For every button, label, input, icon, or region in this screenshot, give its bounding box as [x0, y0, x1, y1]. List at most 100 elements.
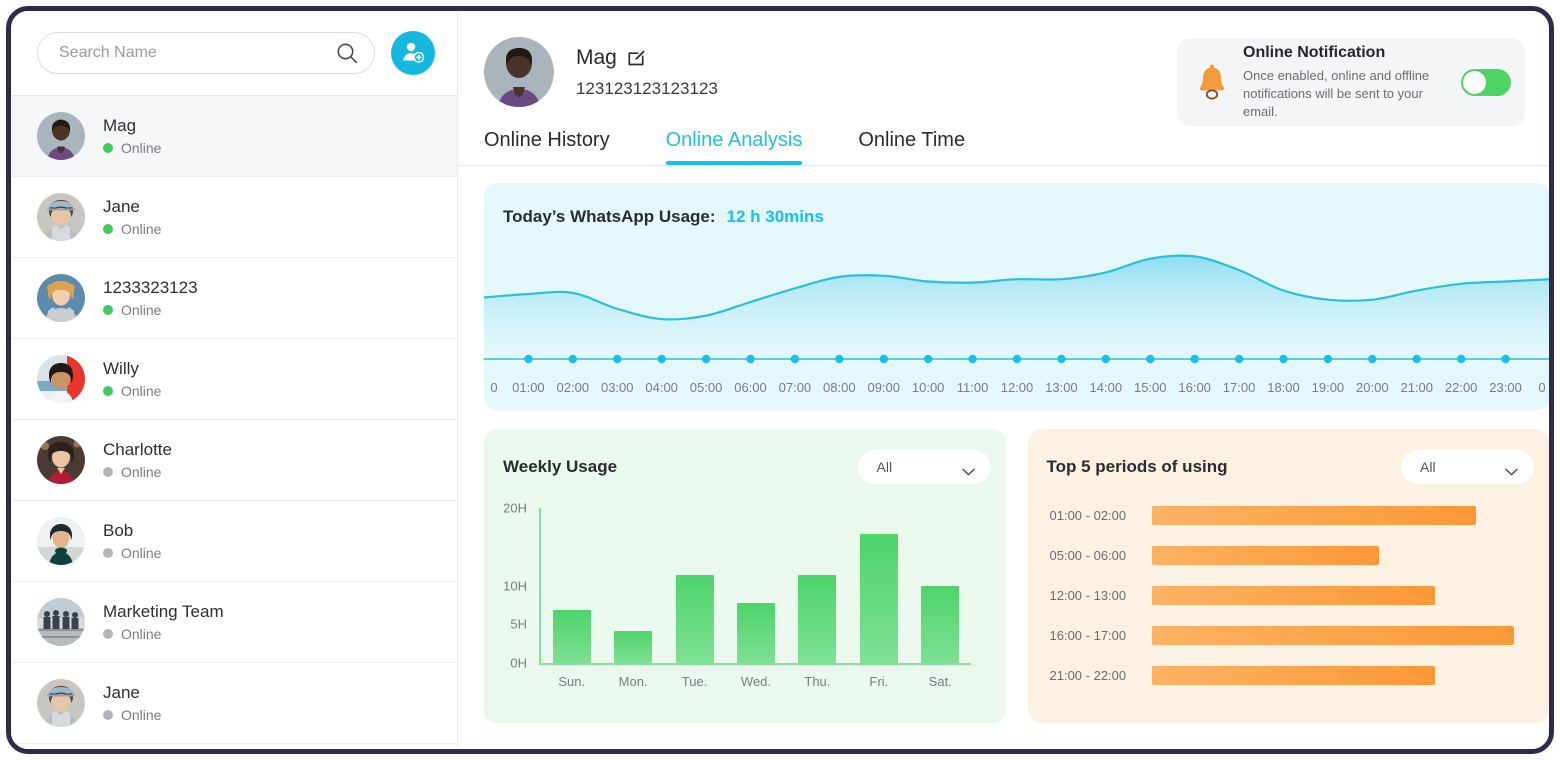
contact-status-label: Online — [121, 302, 162, 318]
usage-data-point — [1190, 354, 1199, 364]
weekly-bar[interactable] — [614, 631, 653, 663]
weekly-bar[interactable] — [798, 575, 837, 663]
contact-status-label: Online — [121, 464, 162, 480]
weekly-filter-select[interactable]: All — [857, 450, 991, 484]
usage-data-point — [1012, 354, 1022, 364]
top5-period-label: 21:00 - 22:00 — [1049, 668, 1127, 683]
weekly-bar-column — [910, 508, 971, 663]
top5-periods-panel: Top 5 periods of using All 01:00 - 02:00… — [1027, 429, 1549, 723]
contact-status-label: Online — [121, 221, 162, 237]
tab-online-analysis[interactable]: Online Analysis — [638, 129, 831, 165]
weekly-bar[interactable] — [552, 610, 591, 663]
usage-data-point — [790, 354, 800, 364]
contact-row-bob[interactable]: Bob Online — [11, 501, 457, 582]
profile-avatar — [484, 37, 554, 107]
contact-name: 1233323123 — [103, 278, 198, 297]
top5-period-label: 12:00 - 13:00 — [1049, 588, 1127, 603]
usage-hour-label: 03:00 — [600, 380, 634, 395]
weekly-bar[interactable] — [736, 603, 775, 663]
usage-hour-label: 18:00 — [1267, 380, 1300, 395]
top5-period-label: 16:00 - 17:00 — [1049, 628, 1127, 643]
top5-bar[interactable] — [1151, 546, 1380, 565]
contact-list[interactable]: Mag Online Jane Online 1233323123 Online… — [11, 95, 457, 749]
top5-title: Top 5 periods of using — [1046, 457, 1228, 476]
top5-row: 21:00 - 22:00 — [1050, 666, 1526, 685]
usage-hour-label: 13:00 — [1045, 380, 1078, 395]
contact-row-jane-2[interactable]: Jane Online — [11, 663, 457, 744]
top5-bar-track — [1151, 626, 1526, 645]
contact-meta: Charlotte Online — [103, 441, 172, 479]
contact-status-label: Online — [121, 626, 162, 642]
contact-status-label: Online — [121, 545, 162, 561]
online-notification-toggle[interactable] — [1461, 68, 1511, 96]
contact-row-marketing-team[interactable]: Marketing Team Online — [11, 582, 457, 663]
weekly-bar[interactable] — [675, 575, 714, 663]
chevron-down-icon — [961, 463, 975, 476]
avatar — [37, 679, 85, 727]
avatar — [37, 274, 85, 322]
contact-status-label: Online — [121, 383, 162, 399]
usage-data-point — [968, 354, 977, 364]
contact-row-1233323123[interactable]: 1233323123 Online — [11, 258, 457, 339]
usage-hour-label: 06:00 — [734, 380, 767, 395]
usage-hour-label: 05:00 — [689, 380, 723, 395]
contact-status-label: Online — [121, 140, 162, 156]
app-window: Mag Online — [6, 6, 1554, 754]
top5-bar[interactable] — [1151, 666, 1436, 685]
search-icon[interactable] — [336, 42, 358, 64]
top5-bar[interactable] — [1151, 586, 1436, 605]
profile-text: Mag 123123123123123 — [576, 47, 718, 97]
notification-description: Once enabled, online and offline notific… — [1243, 68, 1430, 120]
top5-filter-value: All — [1420, 459, 1436, 475]
top5-bar[interactable] — [1151, 506, 1477, 525]
status-dot-online-icon — [103, 143, 113, 153]
usage-data-point — [1412, 354, 1421, 364]
contact-row-willy[interactable]: Willy Online — [11, 339, 457, 420]
notification-title: Online Notification — [1243, 44, 1386, 61]
contact-row-mag[interactable]: Mag Online — [11, 96, 457, 177]
weekly-bar[interactable] — [859, 533, 898, 663]
usage-hour-label: 08:00 — [823, 380, 856, 395]
chevron-down-icon — [1505, 463, 1518, 476]
weekly-bar-label: Thu. — [804, 674, 831, 689]
notification-text: Online Notification Once enabled, online… — [1243, 43, 1447, 121]
tab-online-history[interactable]: Online History — [484, 129, 638, 165]
search-input[interactable] — [59, 44, 336, 62]
usage-data-point — [1457, 354, 1466, 364]
weekly-bar-column — [848, 508, 909, 663]
contact-row-charlotte[interactable]: Charlotte Online — [11, 420, 457, 501]
contact-status: Online — [103, 465, 172, 479]
weekly-bar-column — [787, 508, 848, 663]
y-tick-10h: 10H — [503, 578, 527, 593]
usage-data-point — [1501, 354, 1510, 364]
usage-hour-label: 0 — [1538, 380, 1546, 395]
top5-row: 12:00 - 13:00 — [1050, 586, 1526, 605]
usage-hour-label: 01:00 — [512, 380, 545, 395]
search-box[interactable] — [37, 32, 375, 74]
usage-data-point — [1234, 354, 1244, 364]
usage-data-point — [701, 354, 711, 364]
contact-status: Online — [103, 222, 161, 236]
weekly-bar-column — [602, 508, 663, 663]
avatar — [37, 355, 85, 403]
usage-hour-label: 11:00 — [956, 380, 989, 395]
tab-online-time[interactable]: Online Time — [830, 129, 993, 165]
top5-bar[interactable] — [1151, 626, 1514, 645]
contact-row-jane-1[interactable]: Jane Online — [11, 177, 457, 258]
usage-hour-label: 19:00 — [1311, 380, 1345, 395]
usage-hour-label: 09:00 — [867, 380, 901, 395]
status-dot-offline-icon — [103, 710, 113, 720]
weekly-bar-column — [541, 508, 602, 663]
top5-filter-select[interactable]: All — [1401, 450, 1534, 484]
toggle-knob — [1463, 70, 1486, 94]
edit-pencil-icon[interactable] — [628, 49, 645, 66]
bell-icon — [1195, 64, 1229, 100]
contact-meta: Willy Online — [103, 360, 161, 398]
weekly-bar-label: Sun. — [558, 674, 586, 689]
weekly-bar-column — [664, 508, 725, 663]
weekly-bar[interactable] — [921, 586, 960, 663]
contact-name: Charlotte — [103, 440, 172, 459]
contact-name: Marketing Team — [103, 602, 224, 621]
add-user-button[interactable] — [391, 31, 435, 75]
usage-hour-label: 14:00 — [1089, 380, 1123, 395]
